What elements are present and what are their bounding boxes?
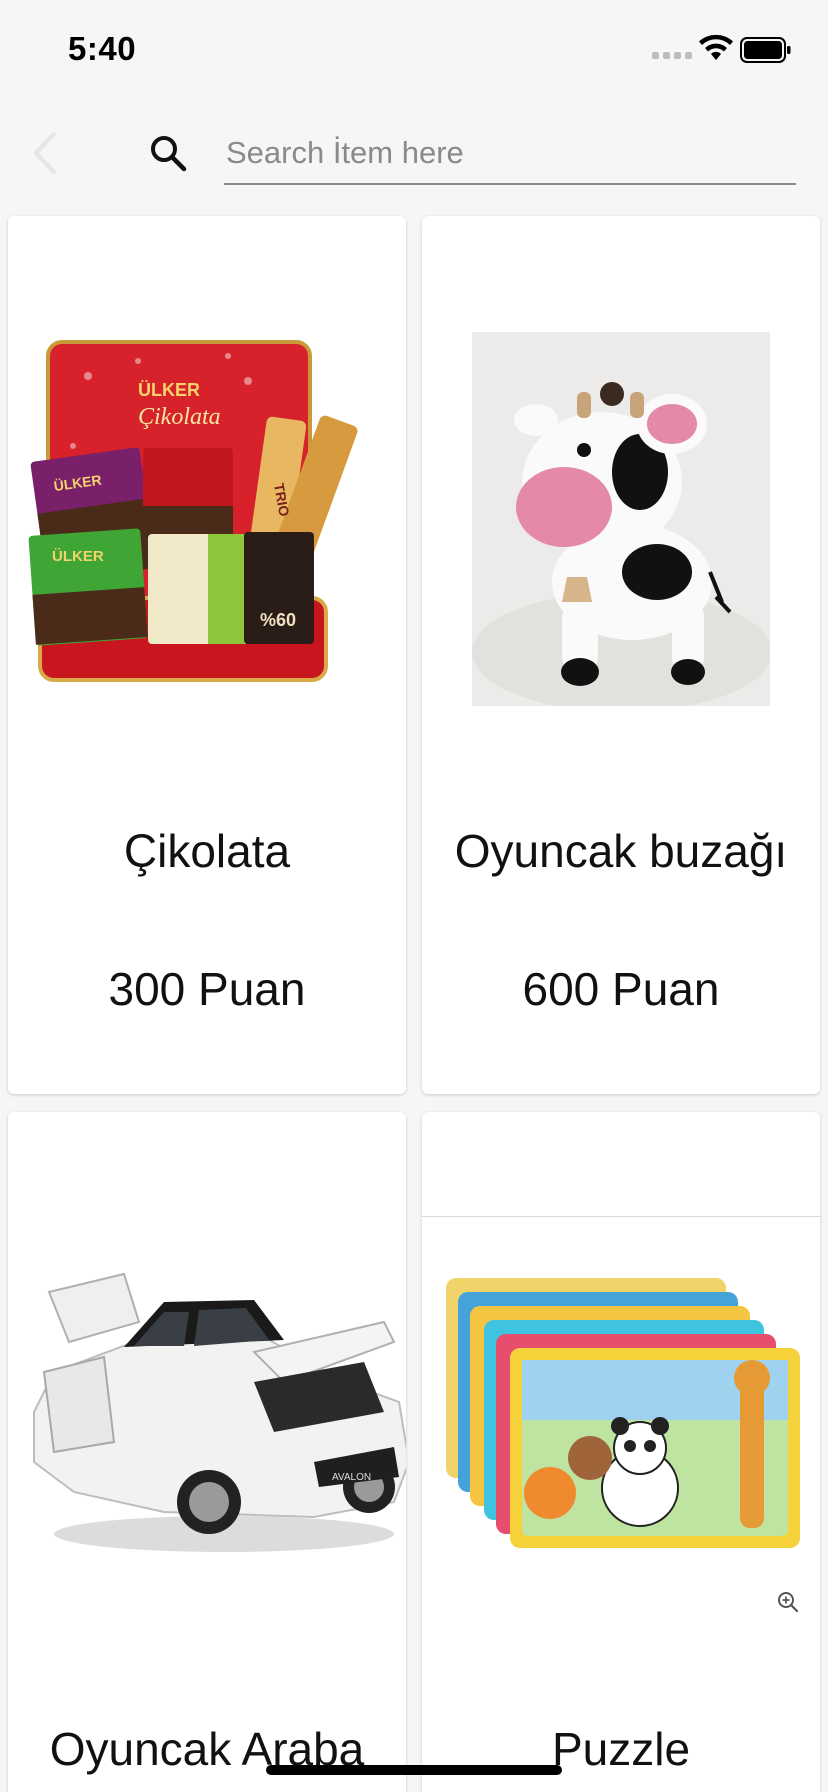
product-price: 300 Puan [108,963,306,1015]
battery-icon [740,37,791,63]
app-screen: 5:40 Search İtem here ÜLKER Çikolata ÜLK… [0,0,828,1792]
product-card-puzzle[interactable]: Puzzle [422,1112,820,1792]
status-bar: 5:40 [0,0,828,100]
home-indicator[interactable] [266,1765,562,1775]
chocolate-box-image: ÜLKER Çikolata ÜLKER TRIO ÜLKER %60 [28,340,358,682]
search-icon [151,136,187,172]
product-card-oyuncak-araba[interactable]: AVALON Oyuncak Araba [8,1112,406,1792]
product-name: Çikolata [123,825,291,877]
search-input[interactable] [224,123,796,185]
image-divider [422,1216,820,1217]
svg-text:ÜLKER: ÜLKER [52,548,104,565]
product-price: 600 Puan [522,963,720,1015]
cellular-signal-icon [652,52,692,59]
svg-text:ÜLKER: ÜLKER [138,380,200,400]
svg-text:Çikolata: Çikolata [138,404,221,430]
product-card-cikolata[interactable]: ÜLKER Çikolata ÜLKER TRIO ÜLKER %60 Çiko… [8,216,406,1094]
chevron-left-icon[interactable] [30,130,60,176]
wifi-icon [699,34,733,60]
svg-text:AVALON: AVALON [332,1472,371,1483]
product-name: Oyuncak buzağı [454,825,788,877]
puzzle-set-image [446,1278,800,1548]
toy-calf-image [472,332,770,706]
zoom-in-icon[interactable] [776,1590,800,1614]
toy-car-image: AVALON [33,1272,406,1552]
product-card-oyuncak-buzagi[interactable]: Oyuncak buzağı 600 Puan [422,216,820,1094]
svg-text:%60: %60 [260,610,296,630]
status-time: 5:40 [68,30,137,67]
search-bar [0,108,828,203]
